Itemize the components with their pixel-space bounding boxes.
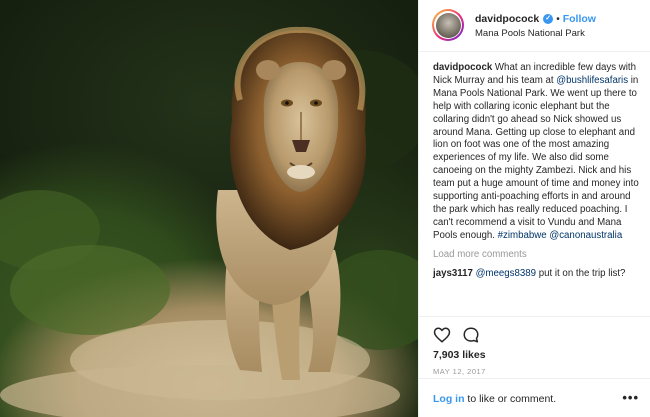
login-prompt: Log in to like or comment. bbox=[433, 393, 556, 405]
login-prompt-text: to like or comment. bbox=[464, 393, 557, 405]
likes-count[interactable]: 7,903 likes bbox=[433, 349, 486, 361]
username-link[interactable]: davidpocock bbox=[475, 13, 539, 25]
mention-meegs8389[interactable]: @meegs8389 bbox=[476, 268, 536, 279]
instagram-post: davidpocock ✓ • Follow Mana Pools Nation… bbox=[0, 0, 650, 417]
comment-username[interactable]: jays3117 bbox=[433, 268, 473, 279]
comment-item: jays3117 @meegs8389 put it on the trip l… bbox=[433, 268, 639, 281]
mention-canonaustralia[interactable]: @canonaustralia bbox=[549, 230, 622, 241]
avatar-ring bbox=[434, 11, 462, 39]
post-header: davidpocock ✓ • Follow Mana Pools Nation… bbox=[419, 0, 650, 52]
mention-bushlifesafaris[interactable]: @bushlifesafaris bbox=[556, 75, 628, 86]
hashtag-zimbabwe[interactable]: #zimbabwe bbox=[498, 230, 547, 241]
follow-button[interactable]: Follow bbox=[563, 13, 596, 25]
caption-text-2: in Mana Pools National Park. We went up … bbox=[433, 74, 639, 241]
more-options-icon[interactable]: ••• bbox=[622, 390, 639, 405]
comment-text: put it on the trip list? bbox=[536, 267, 626, 279]
load-more-comments-button[interactable]: Load more comments bbox=[433, 249, 639, 262]
speech-bubble-icon[interactable] bbox=[462, 326, 480, 344]
separator-dot: • bbox=[556, 13, 560, 25]
post-footer: Log in to like or comment. ••• bbox=[419, 378, 650, 417]
location-link[interactable]: Mana Pools National Park bbox=[475, 28, 585, 39]
post-photo[interactable] bbox=[0, 0, 418, 417]
post-date[interactable]: MAY 12, 2017 bbox=[433, 367, 486, 376]
caption-username[interactable]: davidpocock bbox=[433, 62, 492, 73]
avatar[interactable] bbox=[432, 9, 464, 41]
heart-outline-icon[interactable] bbox=[433, 326, 451, 344]
comments-area: davidpocock What an incredible few days … bbox=[433, 62, 639, 281]
caption: davidpocock What an incredible few days … bbox=[433, 62, 639, 243]
post-actions: 7,903 likes MAY 12, 2017 bbox=[419, 316, 650, 376]
verified-badge-icon: ✓ bbox=[543, 14, 554, 24]
avatar-image bbox=[435, 12, 461, 38]
header-line: davidpocock ✓ • Follow bbox=[475, 12, 596, 26]
login-link[interactable]: Log in bbox=[433, 393, 465, 405]
post-sidebar: davidpocock ✓ • Follow Mana Pools Nation… bbox=[418, 0, 650, 417]
lion-illustration bbox=[0, 26, 418, 417]
